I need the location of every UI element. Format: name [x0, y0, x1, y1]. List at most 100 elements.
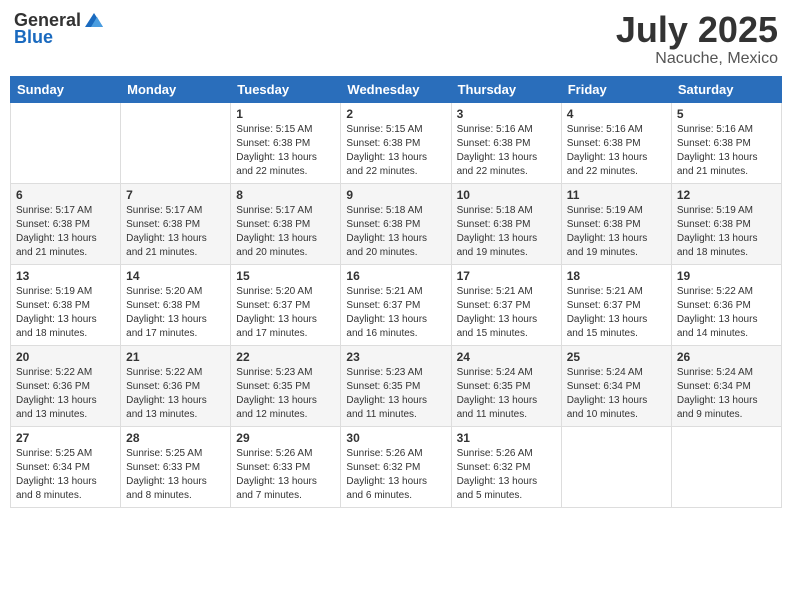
day-number: 16: [346, 269, 445, 283]
day-info: Sunrise: 5:26 AMSunset: 6:32 PMDaylight:…: [457, 447, 556, 503]
calendar-cell: [671, 426, 781, 507]
day-number: 30: [346, 431, 445, 445]
weekday-header-wednesday: Wednesday: [341, 76, 451, 102]
day-info: Sunrise: 5:19 AMSunset: 6:38 PMDaylight:…: [677, 204, 776, 260]
calendar-cell: 16 Sunrise: 5:21 AMSunset: 6:37 PMDayligh…: [341, 264, 451, 345]
day-info: Sunrise: 5:16 AMSunset: 6:38 PMDaylight:…: [567, 123, 666, 179]
calendar-cell: 14 Sunrise: 5:20 AMSunset: 6:38 PMDayligh…: [121, 264, 231, 345]
day-info: Sunrise: 5:21 AMSunset: 6:37 PMDaylight:…: [346, 285, 445, 341]
calendar-week-4: 20 Sunrise: 5:22 AMSunset: 6:36 PMDayligh…: [11, 345, 782, 426]
day-number: 23: [346, 350, 445, 364]
calendar-cell: 27 Sunrise: 5:25 AMSunset: 6:34 PMDayligh…: [11, 426, 121, 507]
calendar-cell: [561, 426, 671, 507]
calendar-week-5: 27 Sunrise: 5:25 AMSunset: 6:34 PMDayligh…: [11, 426, 782, 507]
day-number: 20: [16, 350, 115, 364]
day-info: Sunrise: 5:17 AMSunset: 6:38 PMDaylight:…: [16, 204, 115, 260]
day-number: 5: [677, 107, 776, 121]
day-number: 31: [457, 431, 556, 445]
page-title: July 2025: [616, 10, 778, 50]
calendar-cell: 30 Sunrise: 5:26 AMSunset: 6:32 PMDayligh…: [341, 426, 451, 507]
day-info: Sunrise: 5:19 AMSunset: 6:38 PMDaylight:…: [567, 204, 666, 260]
calendar-cell: 3 Sunrise: 5:16 AMSunset: 6:38 PMDaylight…: [451, 102, 561, 183]
day-info: Sunrise: 5:24 AMSunset: 6:35 PMDaylight:…: [457, 366, 556, 422]
calendar-cell: 21Sunrise: 5:22 AMSunset: 6:36 PMDayligh…: [121, 345, 231, 426]
weekday-header-tuesday: Tuesday: [231, 76, 341, 102]
day-info: Sunrise: 5:16 AMSunset: 6:38 PMDaylight:…: [677, 123, 776, 179]
page-header: General Blue July 2025 Nacuche, Mexico: [10, 10, 782, 68]
calendar-cell: 8Sunrise: 5:17 AMSunset: 6:38 PMDaylight…: [231, 183, 341, 264]
calendar-week-3: 13 Sunrise: 5:19 AMSunset: 6:38 PMDayligh…: [11, 264, 782, 345]
day-number: 8: [236, 188, 335, 202]
day-info: Sunrise: 5:19 AMSunset: 6:38 PMDaylight:…: [16, 285, 115, 341]
day-number: 29: [236, 431, 335, 445]
calendar-cell: 4 Sunrise: 5:16 AMSunset: 6:38 PMDaylight…: [561, 102, 671, 183]
title-block: July 2025 Nacuche, Mexico: [616, 10, 778, 68]
day-number: 19: [677, 269, 776, 283]
day-number: 14: [126, 269, 225, 283]
calendar-cell: 31 Sunrise: 5:26 AMSunset: 6:32 PMDayligh…: [451, 426, 561, 507]
calendar-cell: 18Sunrise: 5:21 AMSunset: 6:37 PMDayligh…: [561, 264, 671, 345]
day-number: 25: [567, 350, 666, 364]
day-info: Sunrise: 5:22 AMSunset: 6:36 PMDaylight:…: [16, 366, 115, 422]
calendar-table: SundayMondayTuesdayWednesdayThursdayFrid…: [10, 76, 782, 508]
weekday-header-thursday: Thursday: [451, 76, 561, 102]
day-info: Sunrise: 5:23 AMSunset: 6:35 PMDaylight:…: [236, 366, 335, 422]
day-info: Sunrise: 5:21 AMSunset: 6:37 PMDaylight:…: [567, 285, 666, 341]
calendar-header-row: SundayMondayTuesdayWednesdayThursdayFrid…: [11, 76, 782, 102]
calendar-cell: 26 Sunrise: 5:24 AMSunset: 6:34 PMDayligh…: [671, 345, 781, 426]
calendar-cell: 15Sunrise: 5:20 AMSunset: 6:37 PMDayligh…: [231, 264, 341, 345]
day-info: Sunrise: 5:20 AMSunset: 6:38 PMDaylight:…: [126, 285, 225, 341]
calendar-week-2: 6Sunrise: 5:17 AMSunset: 6:38 PMDaylight…: [11, 183, 782, 264]
day-number: 22: [236, 350, 335, 364]
calendar-cell: 23 Sunrise: 5:23 AMSunset: 6:35 PMDayligh…: [341, 345, 451, 426]
day-number: 26: [677, 350, 776, 364]
calendar-cell: 28 Sunrise: 5:25 AMSunset: 6:33 PMDayligh…: [121, 426, 231, 507]
day-number: 9: [346, 188, 445, 202]
calendar-cell: 9Sunrise: 5:18 AMSunset: 6:38 PMDaylight…: [341, 183, 451, 264]
day-number: 1: [236, 107, 335, 121]
day-info: Sunrise: 5:18 AMSunset: 6:38 PMDaylight:…: [457, 204, 556, 260]
day-info: Sunrise: 5:15 AMSunset: 6:38 PMDaylight:…: [236, 123, 335, 179]
day-info: Sunrise: 5:25 AMSunset: 6:34 PMDaylight:…: [16, 447, 115, 503]
day-info: Sunrise: 5:25 AMSunset: 6:33 PMDaylight:…: [126, 447, 225, 503]
day-number: 3: [457, 107, 556, 121]
day-number: 17: [457, 269, 556, 283]
logo: General Blue: [14, 10, 105, 48]
calendar-cell: 6Sunrise: 5:17 AMSunset: 6:38 PMDaylight…: [11, 183, 121, 264]
calendar-cell: 17 Sunrise: 5:21 AMSunset: 6:37 PMDayligh…: [451, 264, 561, 345]
day-number: 7: [126, 188, 225, 202]
day-info: Sunrise: 5:16 AMSunset: 6:38 PMDaylight:…: [457, 123, 556, 179]
day-info: Sunrise: 5:15 AMSunset: 6:38 PMDaylight:…: [346, 123, 445, 179]
day-number: 13: [16, 269, 115, 283]
day-info: Sunrise: 5:24 AMSunset: 6:34 PMDaylight:…: [677, 366, 776, 422]
weekday-header-sunday: Sunday: [11, 76, 121, 102]
day-number: 12: [677, 188, 776, 202]
calendar-cell: 2Sunrise: 5:15 AMSunset: 6:38 PMDaylight…: [341, 102, 451, 183]
day-number: 21: [126, 350, 225, 364]
calendar-cell: 20 Sunrise: 5:22 AMSunset: 6:36 PMDayligh…: [11, 345, 121, 426]
day-number: 27: [16, 431, 115, 445]
calendar-cell: 10 Sunrise: 5:18 AMSunset: 6:38 PMDayligh…: [451, 183, 561, 264]
page-subtitle: Nacuche, Mexico: [616, 50, 778, 68]
day-number: 15: [236, 269, 335, 283]
calendar-week-1: 1 Sunrise: 5:15 AMSunset: 6:38 PMDaylight…: [11, 102, 782, 183]
weekday-header-monday: Monday: [121, 76, 231, 102]
calendar-cell: 24Sunrise: 5:24 AMSunset: 6:35 PMDayligh…: [451, 345, 561, 426]
calendar-cell: 22 Sunrise: 5:23 AMSunset: 6:35 PMDayligh…: [231, 345, 341, 426]
day-info: Sunrise: 5:26 AMSunset: 6:32 PMDaylight:…: [346, 447, 445, 503]
weekday-header-saturday: Saturday: [671, 76, 781, 102]
day-number: 10: [457, 188, 556, 202]
calendar-cell: [11, 102, 121, 183]
calendar-cell: 13 Sunrise: 5:19 AMSunset: 6:38 PMDayligh…: [11, 264, 121, 345]
day-number: 4: [567, 107, 666, 121]
day-info: Sunrise: 5:26 AMSunset: 6:33 PMDaylight:…: [236, 447, 335, 503]
day-info: Sunrise: 5:23 AMSunset: 6:35 PMDaylight:…: [346, 366, 445, 422]
calendar-cell: [121, 102, 231, 183]
calendar-cell: 7Sunrise: 5:17 AMSunset: 6:38 PMDaylight…: [121, 183, 231, 264]
logo-text-blue: Blue: [14, 27, 53, 48]
day-number: 28: [126, 431, 225, 445]
calendar-cell: 29 Sunrise: 5:26 AMSunset: 6:33 PMDayligh…: [231, 426, 341, 507]
day-info: Sunrise: 5:21 AMSunset: 6:37 PMDaylight:…: [457, 285, 556, 341]
calendar-cell: 12 Sunrise: 5:19 AMSunset: 6:38 PMDayligh…: [671, 183, 781, 264]
logo-icon: [83, 11, 105, 29]
